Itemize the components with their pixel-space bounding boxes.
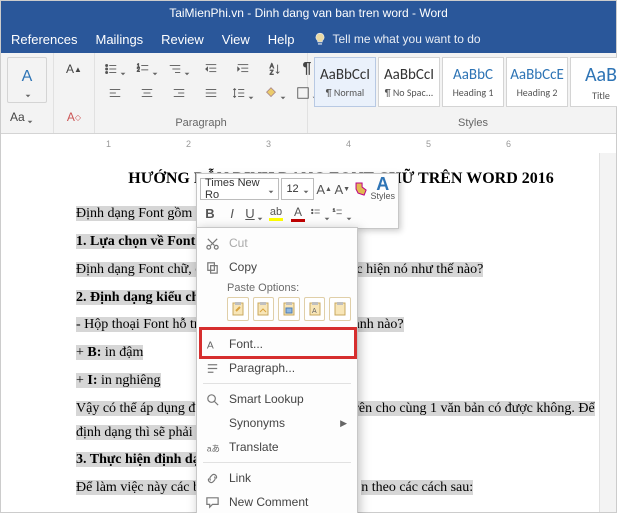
paste-text-only[interactable]: A	[304, 297, 326, 321]
text-line: 1. Lựa chọn về Font c	[76, 234, 205, 249]
svg-text:aあ: aあ	[206, 443, 219, 453]
paste-merge[interactable]	[253, 297, 275, 321]
clear-formatting-button[interactable]: A◇	[60, 105, 88, 129]
svg-text:1: 1	[333, 208, 336, 213]
mini-toolbar: Times New Ro 12 A▲ A▼ AStyles B I U ab A…	[196, 173, 399, 229]
chevron-right-icon: ▶	[340, 418, 347, 429]
style-heading-1[interactable]: AaBbCHeading 1	[442, 57, 504, 107]
increase-font-button[interactable]: A▲	[60, 57, 88, 81]
sort-button[interactable]: AZ	[261, 57, 289, 81]
numbering-mini-button[interactable]: 1	[332, 203, 352, 223]
change-case-button[interactable]: Aa	[7, 105, 36, 129]
paste-default[interactable]	[329, 297, 351, 321]
text-line: 3. Thực hiện định dạ	[76, 452, 200, 467]
paste-options-header: Paste Options:	[197, 279, 357, 295]
style-no-spacing[interactable]: AaBbCcI¶ No Spac...	[378, 57, 440, 107]
svg-text:A: A	[206, 340, 213, 351]
svg-text:2: 2	[137, 68, 140, 74]
ctx-new-comment[interactable]: New Comment	[197, 490, 357, 513]
font-size-combo[interactable]: 12	[281, 178, 314, 200]
highlight-button[interactable]: ab	[266, 203, 286, 223]
justify-button[interactable]	[197, 81, 225, 105]
scissors-icon	[203, 234, 221, 252]
ribbon-tabs: References Mailings Review View Help Tel…	[1, 25, 616, 53]
comment-icon	[203, 493, 221, 511]
shading-button[interactable]	[261, 81, 289, 105]
ctx-translate[interactable]: aあ Translate	[197, 435, 357, 459]
align-left-button[interactable]	[101, 81, 129, 105]
tab-mailings[interactable]: Mailings	[95, 32, 143, 47]
lightbulb-icon	[313, 32, 327, 46]
text-line: 2. Định dạng kiểu ch	[76, 290, 199, 305]
paste-keep-source[interactable]	[227, 297, 249, 321]
svg-text:Z: Z	[270, 69, 274, 76]
style-heading-2[interactable]: AaBbCcEHeading 2	[506, 57, 568, 107]
ctx-paragraph[interactable]: Paragraph...	[197, 356, 357, 380]
ribbon: A Aa A▲ A◇ 12 AZ ¶	[1, 53, 616, 134]
ctx-font[interactable]: A Font...	[197, 332, 357, 356]
text-line: - Hộp thoại Font hỗ tr	[76, 317, 199, 332]
window-title: TaiMienPhi.vn - Dinh dang van ban tren w…	[1, 1, 616, 25]
align-right-button[interactable]	[165, 81, 193, 105]
paste-options-row: A	[197, 295, 357, 325]
increase-indent-button[interactable]	[229, 57, 257, 81]
tab-help[interactable]: Help	[268, 32, 295, 47]
tab-references[interactable]: References	[11, 32, 77, 47]
text-line: Định dạng Font gồm c	[76, 206, 202, 221]
font-icon: A	[203, 335, 221, 353]
ctx-copy[interactable]: Copy	[197, 255, 357, 279]
text-line: + I: in nghiêng	[76, 373, 161, 388]
font-name-combo[interactable]: Times New Ro	[200, 178, 279, 200]
style-normal[interactable]: AaBbCcI¶ Normal	[314, 57, 376, 107]
blank-icon	[203, 414, 221, 432]
styles-group-label: Styles	[314, 114, 617, 129]
line-spacing-button[interactable]	[229, 81, 257, 105]
tab-view[interactable]: View	[222, 32, 250, 47]
font-color-button[interactable]: A	[288, 203, 308, 223]
ctx-cut[interactable]: Cut	[197, 231, 357, 255]
paragraph-icon	[203, 359, 221, 377]
style-title[interactable]: AaBTitle	[570, 57, 617, 107]
multilevel-list-button[interactable]	[165, 57, 193, 81]
italic-button[interactable]: I	[222, 203, 242, 223]
underline-button[interactable]: U	[244, 203, 264, 223]
paste-picture[interactable]	[278, 297, 300, 321]
chevron-down-icon	[25, 86, 31, 92]
bold-button[interactable]: B	[200, 203, 220, 223]
horizontal-ruler[interactable]: 1 2 3 4 5 6	[1, 134, 616, 155]
align-center-button[interactable]	[133, 81, 161, 105]
svg-text:A: A	[312, 308, 317, 315]
ctx-smart-lookup[interactable]: Smart Lookup	[197, 387, 357, 411]
tell-me-search[interactable]: Tell me what you want to do	[313, 32, 481, 46]
translate-icon: aあ	[203, 438, 221, 456]
style-set-button[interactable]: A	[7, 57, 47, 103]
text-line: Định dạng Font chữ, c	[76, 262, 201, 277]
tell-me-label: Tell me what you want to do	[333, 32, 481, 46]
ctx-link[interactable]: Link	[197, 466, 357, 490]
context-menu: Cut Copy Paste Options: A A Font... Para…	[196, 227, 358, 513]
shrink-font-button[interactable]: A▼	[334, 179, 350, 199]
styles-gallery[interactable]: AaBbCcI¶ Normal AaBbCcI¶ No Spac... AaBb…	[314, 57, 617, 107]
copy-icon	[203, 258, 221, 276]
numbering-button[interactable]: 12	[133, 57, 161, 81]
text-line: Vậy có thể áp dụng đ	[76, 401, 195, 416]
grow-font-button[interactable]: A▲	[316, 179, 332, 199]
bullets-mini-button[interactable]	[310, 203, 330, 223]
link-icon	[203, 469, 221, 487]
bullets-button[interactable]	[101, 57, 129, 81]
vertical-scrollbar[interactable]	[599, 153, 616, 512]
text-line: + B: in đậm	[76, 345, 143, 360]
styles-button[interactable]: AStyles	[370, 177, 395, 201]
format-painter-button[interactable]	[352, 179, 368, 199]
text-line: Để làm việc này các bạ	[76, 480, 206, 495]
paragraph-group-label: Paragraph	[101, 114, 301, 129]
search-icon	[203, 390, 221, 408]
tab-review[interactable]: Review	[161, 32, 204, 47]
ctx-synonyms[interactable]: Synonyms ▶	[197, 411, 357, 435]
decrease-indent-button[interactable]	[197, 57, 225, 81]
